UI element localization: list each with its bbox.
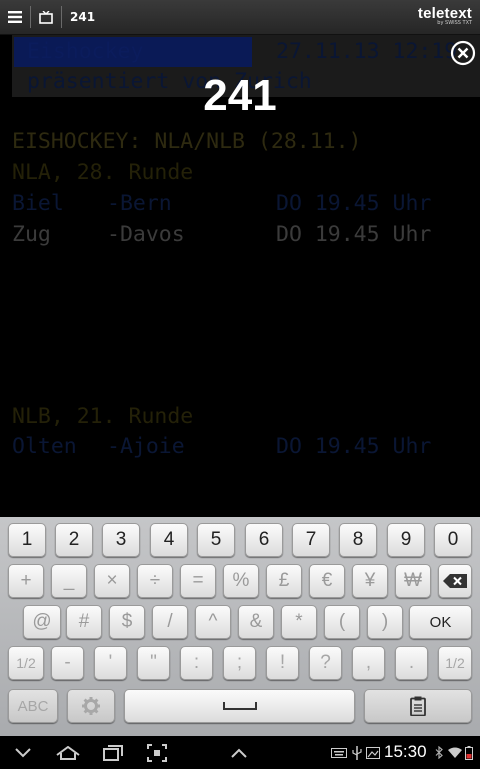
nlb-round: NLB, 21. Runde [12, 404, 194, 429]
on-screen-keyboard: 1 2 3 4 5 6 7 8 9 0 + _ × ÷ = % £ € ¥ ₩ … [0, 517, 480, 736]
game-home: Olten [12, 434, 77, 459]
backspace-icon [443, 574, 467, 588]
key-comma[interactable]: , [352, 646, 385, 680]
key-question[interactable]: ? [309, 646, 342, 680]
key-exclamation[interactable]: ! [266, 646, 299, 680]
wifi-icon [447, 736, 463, 769]
space-key[interactable] [124, 689, 355, 723]
hamburger-menu-icon [8, 11, 22, 23]
screenshot-button[interactable] [144, 736, 170, 769]
key-period[interactable]: . [395, 646, 428, 680]
key-pound[interactable]: £ [266, 564, 302, 598]
key-1[interactable]: 1 [8, 523, 46, 557]
key-hash[interactable]: # [66, 605, 102, 639]
chevron-up-icon [231, 748, 247, 758]
key-underscore[interactable]: _ [51, 564, 87, 598]
key-ampersand[interactable]: & [238, 605, 274, 639]
settings-key[interactable] [67, 689, 115, 723]
clipboard-key[interactable] [364, 689, 472, 723]
teletext-logo: teletext by SWISS TXT [418, 5, 472, 26]
key-9[interactable]: 9 [387, 523, 425, 557]
clipboard-icon [410, 696, 426, 716]
key-6[interactable]: 6 [245, 523, 283, 557]
key-open-paren[interactable]: ( [324, 605, 360, 639]
key-won[interactable]: ₩ [395, 564, 431, 598]
close-icon[interactable] [450, 40, 476, 66]
divider [61, 6, 62, 28]
key-4[interactable]: 4 [150, 523, 188, 557]
key-3[interactable]: 3 [102, 523, 140, 557]
key-plus[interactable]: + [8, 564, 44, 598]
backspace-key[interactable] [438, 564, 472, 598]
header-datetime: 27.11.13 12:19 [276, 39, 458, 64]
recent-apps-icon [103, 744, 123, 761]
recent-apps-button[interactable] [100, 736, 126, 769]
key-semicolon[interactable]: ; [223, 646, 256, 680]
game-time: DO 19.45 Uhr [276, 434, 432, 459]
tv-button[interactable] [31, 0, 61, 35]
keyboard-status-icon [330, 736, 348, 769]
key-quote[interactable]: " [137, 646, 170, 680]
header-title: Eishockey [14, 39, 144, 64]
heading: EISHOCKEY: NLA/NLB (28.11.) [12, 129, 362, 154]
game-home: Zug [12, 222, 51, 247]
teletext-page[interactable]: Eishockey 27.11.13 12:19 präsentiert von… [0, 35, 480, 517]
game-home: Biel [12, 191, 64, 216]
key-divide[interactable]: ÷ [137, 564, 173, 598]
system-navigation-bar: 15:30 [0, 736, 480, 769]
home-icon [56, 745, 80, 760]
game-away: -Ajoie [107, 434, 185, 459]
usb-icon [350, 736, 364, 769]
home-button[interactable] [54, 736, 82, 769]
gear-icon [82, 697, 100, 715]
key-close-paren[interactable]: ) [367, 605, 403, 639]
menu-button[interactable] [0, 0, 30, 35]
key-0[interactable]: 0 [434, 523, 472, 557]
app-bar: 241 teletext by SWISS TXT [0, 0, 480, 35]
space-icon [222, 702, 257, 710]
tv-icon [39, 10, 53, 24]
key-colon[interactable]: : [180, 646, 213, 680]
key-page-toggle[interactable]: 1/2 [438, 646, 472, 680]
image-notification-icon [364, 736, 382, 769]
game-away: -Bern [107, 191, 172, 216]
battery-icon [463, 736, 475, 769]
key-euro[interactable]: € [309, 564, 345, 598]
chevron-down-icon [15, 747, 31, 757]
key-asterisk[interactable]: * [281, 605, 317, 639]
key-8[interactable]: 8 [339, 523, 377, 557]
page-number-field[interactable]: 241 [70, 10, 95, 24]
key-caret[interactable]: ^ [195, 605, 231, 639]
ok-key[interactable]: OK [409, 605, 472, 639]
key-multiply[interactable]: × [94, 564, 130, 598]
screenshot-icon [147, 743, 167, 762]
status-clock: 15:30 [384, 742, 427, 761]
menu-up-button[interactable] [226, 736, 252, 769]
key-equals[interactable]: = [180, 564, 216, 598]
game-away: -Davos [107, 222, 185, 247]
game-time: DO 19.45 Uhr [276, 191, 432, 216]
key-7[interactable]: 7 [292, 523, 330, 557]
hide-keyboard-button[interactable] [10, 736, 36, 769]
bluetooth-icon [433, 736, 445, 769]
key-dollar[interactable]: $ [109, 605, 145, 639]
key-5[interactable]: 5 [197, 523, 235, 557]
abc-key[interactable]: ABC [8, 689, 58, 723]
key-yen[interactable]: ¥ [352, 564, 388, 598]
nla-round: NLA, 28. Runde [12, 160, 194, 185]
key-percent[interactable]: % [223, 564, 259, 598]
key-apostrophe[interactable]: ' [94, 646, 127, 680]
key-page-toggle[interactable]: 1/2 [8, 646, 44, 680]
key-slash[interactable]: / [152, 605, 188, 639]
game-time: DO 19.45 Uhr [276, 222, 432, 247]
key-at[interactable]: @ [23, 605, 61, 639]
page-number-overlay: 241 [203, 71, 277, 120]
key-2[interactable]: 2 [55, 523, 93, 557]
key-minus[interactable]: - [51, 646, 84, 680]
